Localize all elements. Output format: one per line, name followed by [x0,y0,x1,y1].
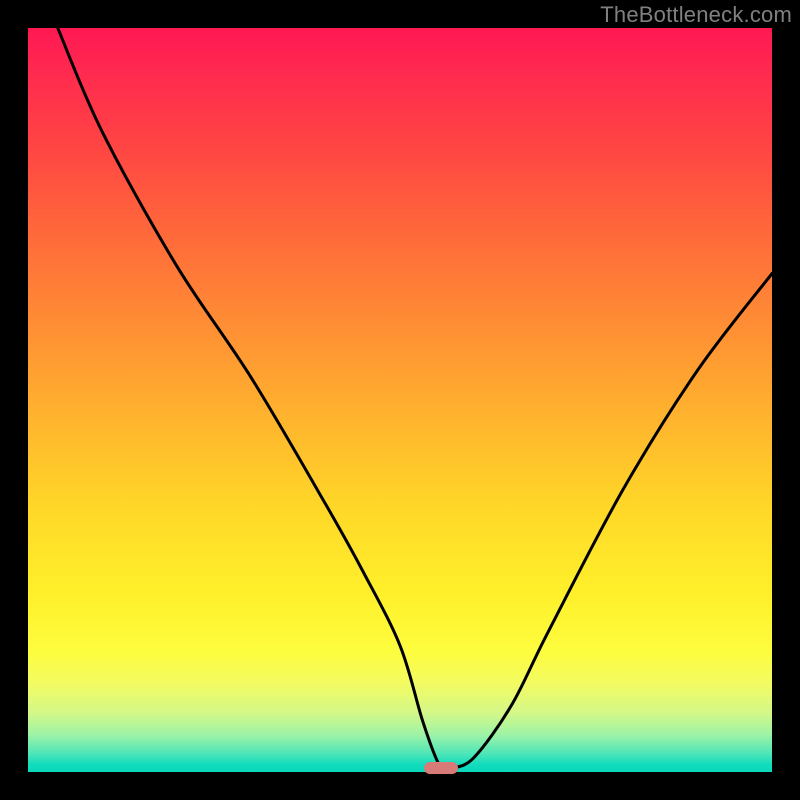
optimal-point-marker [424,762,457,774]
plot-area [28,28,772,772]
chart-stage: TheBottleneck.com [0,0,800,800]
watermark-text: TheBottleneck.com [600,2,792,28]
bottleneck-curve [28,28,772,772]
